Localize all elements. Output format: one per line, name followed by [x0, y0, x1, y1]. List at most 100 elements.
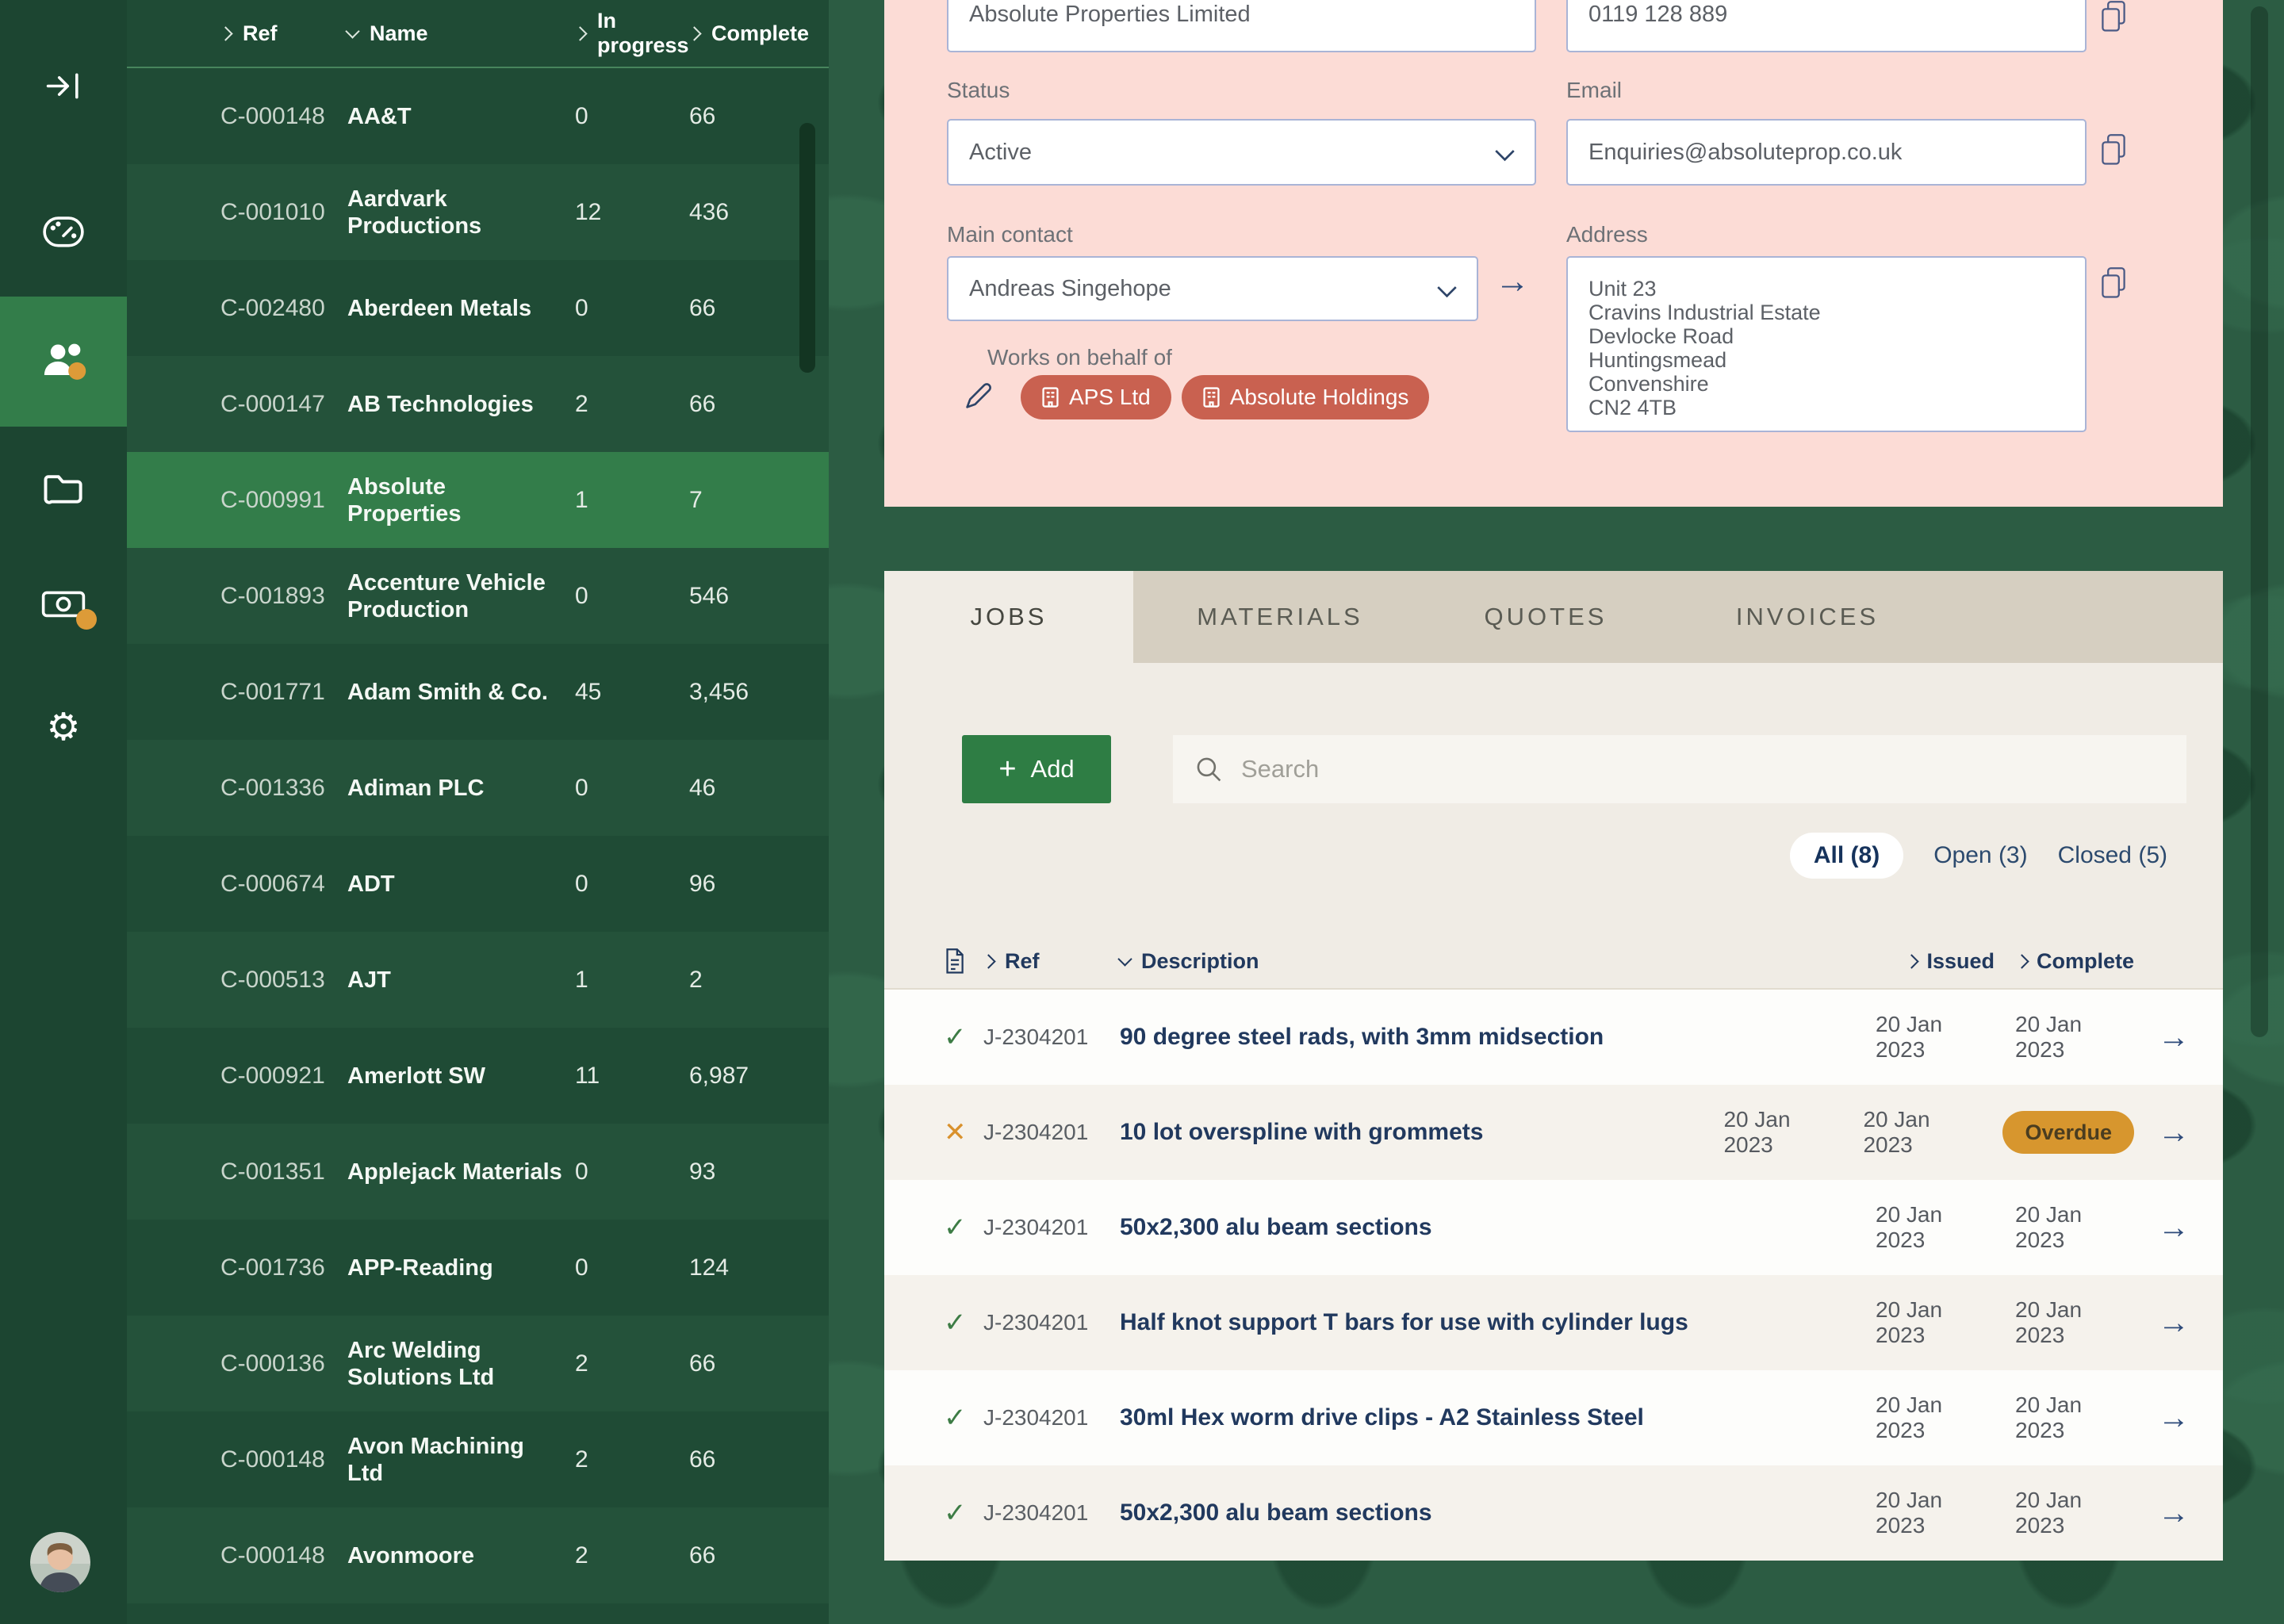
client-row[interactable]: C-000148 Avonmoore 2 66 — [127, 1507, 829, 1603]
go-to-contact-button[interactable]: → — [1495, 264, 1530, 299]
email-field[interactable]: Enquiries@absoluteprop.co.uk — [1566, 119, 2087, 186]
client-row[interactable]: C-001736 APP-Reading 0 124 — [127, 1220, 829, 1316]
user-avatar[interactable] — [30, 1532, 90, 1592]
job-col-description-label: Description — [1141, 949, 1259, 974]
client-row[interactable]: C-001010 Aardvark Productions 12 436 — [127, 164, 829, 260]
edit-behalf-button[interactable] — [962, 379, 995, 416]
client-name: Accenture Vehicle Production — [347, 569, 575, 623]
client-in-progress: 2 — [575, 1542, 689, 1569]
client-ref: C-000674 — [220, 871, 347, 898]
chevron-down-icon — [1494, 142, 1516, 168]
tab[interactable]: MATERIALS — [1133, 571, 1427, 663]
clients-scrollbar-thumb[interactable] — [799, 123, 815, 373]
filter-pill[interactable]: Open (3) — [1933, 842, 2027, 869]
client-ref: C-000148 — [220, 1446, 347, 1473]
client-row[interactable]: C-000513 AJT 1 2 — [127, 932, 829, 1028]
behalf-company-tag[interactable]: Absolute Holdings — [1182, 375, 1430, 419]
arrow-right-icon: → — [2158, 1212, 2190, 1243]
dashboard-button[interactable] — [0, 184, 127, 279]
client-complete: 93 — [689, 1159, 715, 1185]
copy-address-button[interactable] — [2100, 266, 2127, 303]
address-field[interactable]: Unit 23Cravins Industrial EstateDevlocke… — [1566, 256, 2087, 432]
job-status-icon — [944, 1214, 983, 1241]
open-job-button[interactable]: → — [2155, 1021, 2190, 1053]
clients-nav-button[interactable] — [0, 297, 127, 427]
filter-pill[interactable]: All (8) — [1790, 833, 1903, 879]
settings-button[interactable]: ⚙ — [0, 680, 127, 776]
sort-chevron-down-icon — [345, 24, 359, 38]
open-job-button[interactable]: → — [2155, 1402, 2190, 1434]
main-contact-select[interactable]: Andreas Singehope — [947, 256, 1478, 321]
behalf-company-tag[interactable]: APS Ltd — [1021, 375, 1171, 419]
client-row[interactable]: C-000136 Arc Welding Solutions Ltd 2 66 — [127, 1316, 829, 1411]
open-job-button[interactable]: → — [2155, 1497, 2190, 1529]
client-in-progress: 2 — [575, 391, 689, 418]
client-row[interactable]: C-001771 Adam Smith & Co. 45 3,456 — [127, 644, 829, 740]
client-complete: 6,987 — [689, 1063, 749, 1090]
job-complete-date: 20 Jan 2023 — [2015, 1392, 2134, 1443]
sort-job-ref[interactable]: Ref — [983, 949, 1120, 974]
client-complete: 66 — [689, 295, 715, 322]
client-name: Adiman PLC — [347, 775, 575, 802]
client-ref: C-001351 — [220, 1159, 347, 1185]
sort-chevron-icon — [1905, 954, 1919, 968]
client-row[interactable]: C-002480 Aberdeen Metals 0 66 — [127, 260, 829, 356]
tab[interactable]: JOBS 1 — [884, 571, 1133, 663]
search-input[interactable] — [1240, 754, 2164, 784]
sort-job-complete[interactable]: Complete — [2015, 949, 2134, 974]
open-job-button[interactable]: → — [2155, 1116, 2190, 1148]
client-name: Aberdeen Metals — [347, 295, 575, 322]
tab[interactable]: INVOICES 2 — [1665, 571, 1950, 663]
job-status-icon — [944, 1500, 983, 1526]
open-job-button[interactable]: → — [2155, 1212, 2190, 1243]
payments-nav-button[interactable] — [0, 557, 127, 652]
settings-gear-icon: ⚙ — [46, 709, 80, 747]
page-scrollbar-thumb[interactable] — [2251, 6, 2268, 1037]
status-select[interactable]: Active — [947, 119, 1536, 186]
copy-email-button[interactable] — [2100, 133, 2127, 170]
job-description: 50x2,300 alu beam sections — [1120, 1500, 1855, 1526]
client-name: AJT — [347, 967, 575, 994]
company-name-field[interactable]: Absolute Properties Limited — [947, 0, 1536, 52]
sort-job-issued[interactable]: Issued — [1876, 949, 1995, 974]
phone-field[interactable]: 0119 128 889 — [1566, 0, 2087, 52]
address-line: CN2 4TB — [1588, 396, 2064, 419]
add-job-button[interactable]: + Add — [962, 735, 1111, 803]
copy-phone-button[interactable] — [2100, 0, 2127, 36]
sort-job-description[interactable]: Description — [1120, 949, 1855, 974]
job-ref: J-2304201 — [983, 1025, 1120, 1050]
client-row[interactable]: C-000674 ADT 0 96 — [127, 836, 829, 932]
open-job-button[interactable]: → — [2155, 1307, 2190, 1339]
behalf-tags: APS Ltd Absolute Holdings — [1021, 375, 1429, 419]
job-row[interactable]: J-2304201 Half knot support T bars for u… — [884, 1275, 2223, 1370]
copy-icon — [2100, 0, 2127, 33]
sort-complete[interactable]: Complete — [689, 21, 809, 46]
job-ref: J-2304201 — [983, 1405, 1120, 1431]
job-row[interactable]: J-2304201 50x2,300 alu beam sections 20 … — [884, 1180, 2223, 1275]
tab[interactable]: QUOTES — [1427, 571, 1665, 663]
folder-icon — [42, 471, 85, 505]
filter-pill[interactable]: Closed (5) — [2058, 842, 2167, 869]
client-row[interactable]: C-000148 Avon Machining Ltd 2 66 — [127, 1411, 829, 1507]
client-row[interactable]: C-000148 AA&T 0 66 — [127, 68, 829, 164]
job-row[interactable]: J-2304201 50x2,300 alu beam sections 20 … — [884, 1465, 2223, 1561]
detail-tabs: JOBS 1 MATERIALS QUOTES INVOICES 2 — [884, 571, 2223, 663]
sort-name[interactable]: Name — [347, 21, 575, 46]
client-row[interactable]: C-001893 Accenture Vehicle Production 0 … — [127, 548, 829, 644]
client-row[interactable]: C-000147 AB Technologies 2 66 — [127, 356, 829, 452]
client-name: Absolute Properties — [347, 473, 575, 527]
job-row[interactable]: J-2304201 90 degree steel rads, with 3mm… — [884, 990, 2223, 1085]
client-row[interactable]: C-000991 Absolute Properties 1 7 — [127, 452, 829, 548]
projects-nav-button[interactable] — [0, 441, 127, 536]
client-row[interactable]: C-001351 Applejack Materials 0 93 — [127, 1124, 829, 1220]
job-row[interactable]: J-2304201 30ml Hex worm drive clips - A2… — [884, 1370, 2223, 1465]
collapse-sidebar-button[interactable] — [0, 38, 127, 133]
job-row[interactable]: J-2304201 10 lot overspline with grommet… — [884, 1085, 2223, 1180]
sort-ref[interactable]: Ref — [220, 21, 347, 46]
client-complete: 124 — [689, 1254, 729, 1281]
client-ref: C-000148 — [220, 103, 347, 130]
client-row[interactable]: C-001336 Adiman PLC 0 46 — [127, 740, 829, 836]
client-row[interactable]: C-000921 Amerlott SW 11 6,987 — [127, 1028, 829, 1124]
sort-in-progress[interactable]: In progress — [575, 9, 689, 58]
job-status-icon — [944, 1119, 983, 1146]
